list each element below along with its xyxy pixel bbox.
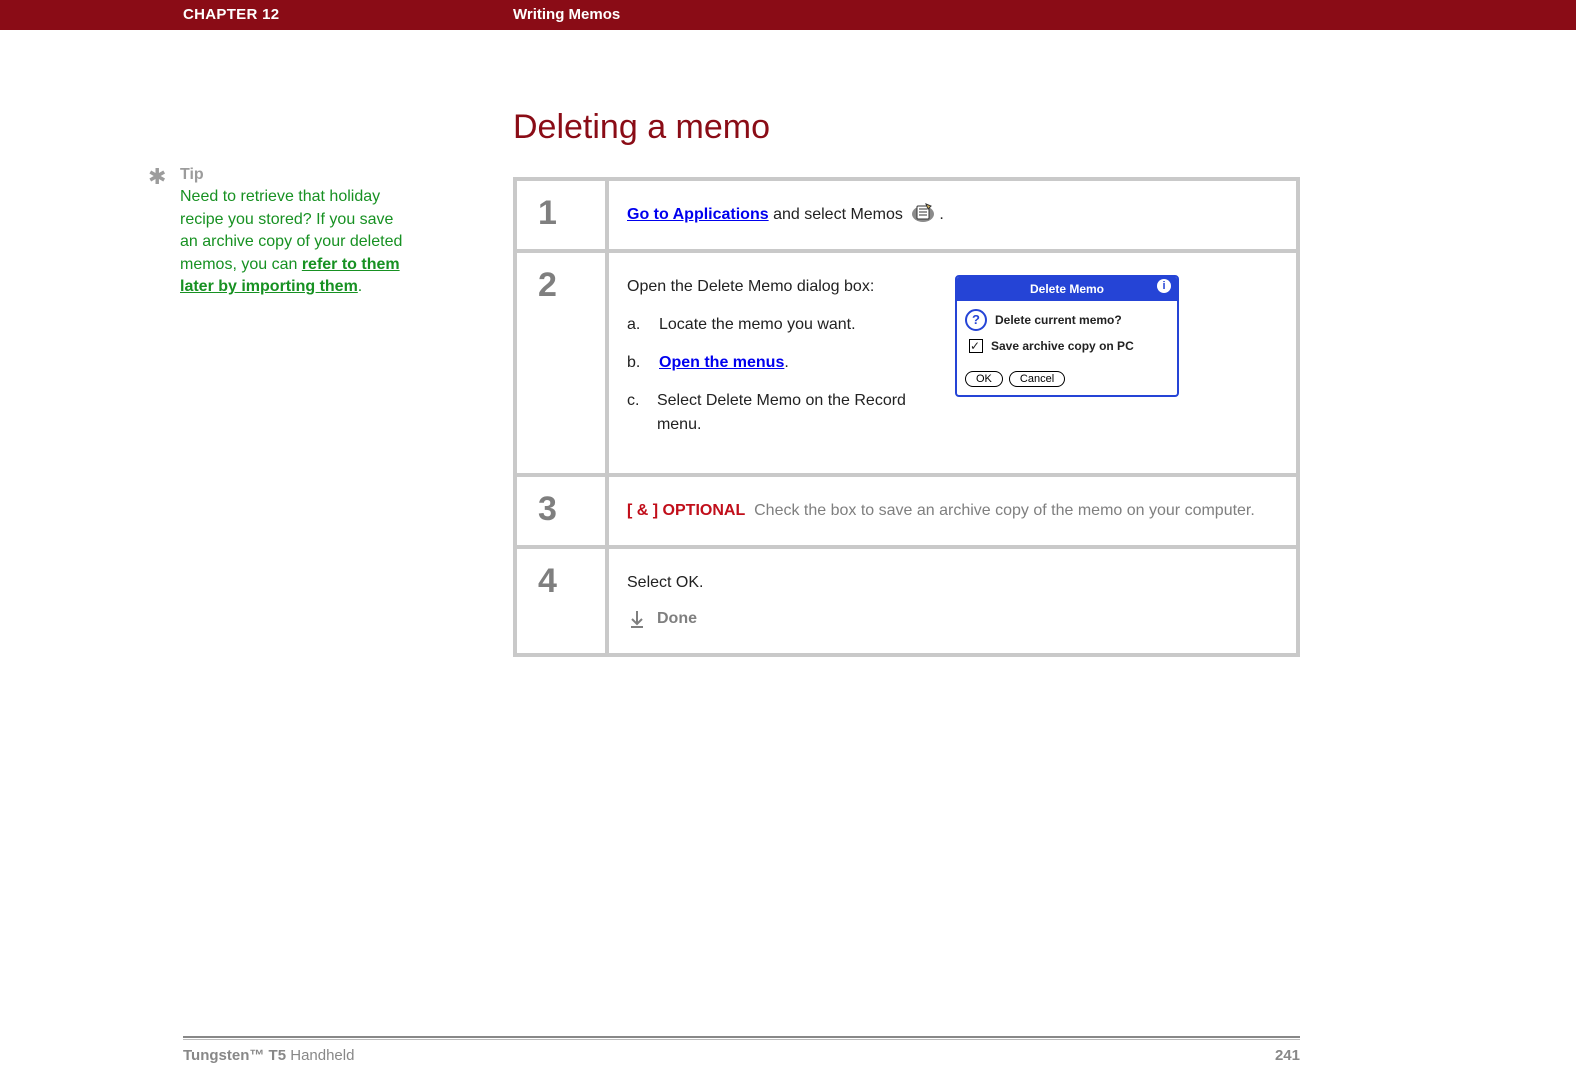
step-number: 3: [518, 478, 604, 529]
page-title: Deleting a memo: [513, 108, 1300, 147]
step-body: Go to Applications and select Memos .: [609, 181, 1296, 249]
done-arrow-icon: [627, 609, 647, 629]
ok-button[interactable]: OK: [965, 371, 1003, 387]
substep: c. Select Delete Memo on the Record menu…: [627, 389, 927, 437]
step-number-cell: 3: [517, 477, 605, 545]
footer-rule: [183, 1036, 1300, 1038]
tip-text-end: .: [358, 278, 362, 295]
substep-text-post: .: [784, 354, 788, 371]
section-title: Writing Memos: [513, 6, 620, 23]
chapter-label: CHAPTER 12: [183, 6, 279, 23]
substep-label: b.: [627, 351, 649, 375]
tip-callout: ✱ Tip Need to retrieve that holiday reci…: [150, 164, 410, 298]
dialog-title-text: Delete Memo: [1030, 280, 1104, 298]
step-row: 2 Open the Delete Memo dialog box: a. Lo…: [517, 253, 1296, 473]
memos-app-icon: [909, 203, 937, 223]
step-number: 2: [518, 254, 604, 305]
tip-label: Tip: [180, 166, 204, 183]
page: CHAPTER 12 Writing Memos ✱ Tip Need to r…: [0, 0, 1576, 1080]
step-body: Open the Delete Memo dialog box: a. Loca…: [609, 253, 1296, 473]
substep-text: Select Delete Memo on the Record menu.: [657, 389, 927, 437]
step-row: 3 [ & ] OPTIONAL Check the box to save a…: [517, 477, 1296, 545]
substep-label: a.: [627, 313, 649, 337]
substep: a. Locate the memo you want.: [627, 313, 927, 337]
archive-checkbox-label: Save archive copy on PC: [991, 337, 1134, 355]
chapter-header-bar: CHAPTER 12 Writing Memos: [0, 0, 1576, 30]
step-number: 1: [518, 182, 604, 233]
substep-text: Locate the memo you want.: [659, 313, 856, 337]
cancel-button[interactable]: Cancel: [1009, 371, 1065, 387]
archive-checkbox[interactable]: [969, 339, 983, 353]
optional-tag: [ & ] OPTIONAL: [627, 502, 745, 519]
info-icon[interactable]: i: [1157, 279, 1171, 293]
step-number-cell: 1: [517, 181, 605, 249]
question-icon: ?: [965, 309, 987, 331]
footer-product: Tungsten™ T5 Handheld: [183, 1047, 354, 1064]
dialog-question: Delete current memo?: [995, 311, 1122, 329]
step-text: Check the box to save an archive copy of…: [754, 502, 1255, 519]
step-text: Select OK.: [627, 571, 1274, 595]
done-label: Done: [657, 607, 697, 631]
step-text: and select Memos: [769, 206, 908, 223]
footer-product-name: Tungsten™ T5: [183, 1047, 286, 1064]
step-number-cell: 2: [517, 253, 605, 473]
step-number: 4: [518, 550, 604, 601]
dialog-titlebar: Delete Memo i: [957, 277, 1177, 301]
asterisk-icon: ✱: [148, 164, 166, 190]
step-row: 4 Select OK. Done: [517, 549, 1296, 653]
step-number-cell: 4: [517, 549, 605, 653]
page-number: 241: [1275, 1047, 1300, 1064]
step-intro: Open the Delete Memo dialog box:: [627, 275, 927, 299]
substep-label: c.: [627, 389, 647, 437]
step-body: Select OK. Done: [609, 549, 1296, 653]
step-row: 1 Go to Applications and select Memos .: [517, 181, 1296, 249]
steps-table: 1 Go to Applications and select Memos .: [513, 177, 1300, 657]
footer-product-rest: Handheld: [286, 1047, 354, 1064]
step-body: [ & ] OPTIONAL Check the box to save an …: [609, 477, 1296, 545]
step-text-end: .: [939, 206, 943, 223]
main-content: Deleting a memo 1 Go to Applications and…: [513, 108, 1300, 657]
delete-memo-dialog: Delete Memo i ? Delete current memo?: [955, 275, 1179, 397]
substep: b. Open the menus.: [627, 351, 927, 375]
link-go-to-applications[interactable]: Go to Applications: [627, 206, 769, 223]
link-open-the-menus[interactable]: Open the menus: [659, 354, 784, 371]
